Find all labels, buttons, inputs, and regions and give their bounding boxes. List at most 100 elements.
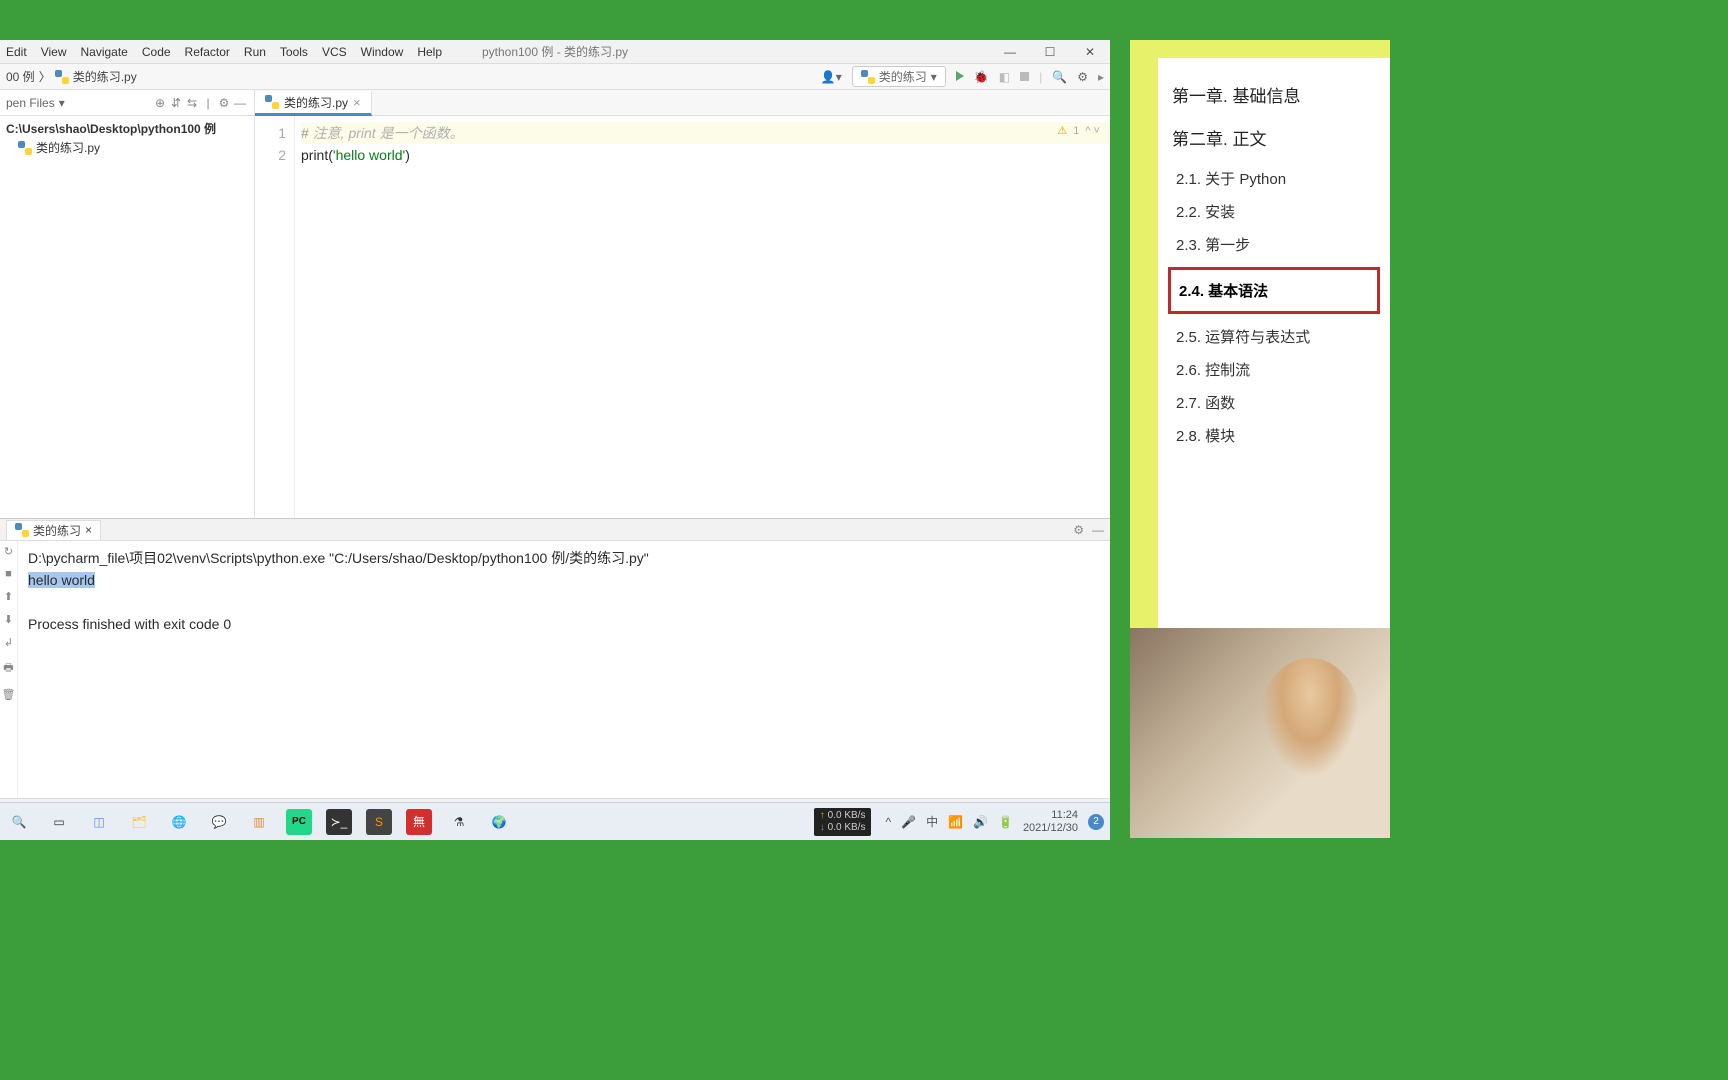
gear-icon[interactable]: ⚙	[1073, 523, 1084, 537]
window-title: python100 例 - 类的练习.py	[482, 43, 628, 60]
expand-icon[interactable]: ⇵	[168, 96, 184, 110]
code-line: # 注意, print 是一个函数。	[301, 122, 1110, 144]
menu-code[interactable]: Code	[142, 45, 171, 59]
tray-chevron-icon[interactable]: ^	[885, 815, 891, 829]
toc-item-3[interactable]: 2.4. 基本语法	[1168, 267, 1380, 314]
collapse-icon[interactable]: ⇆	[184, 96, 200, 110]
menu-refactor[interactable]: Refactor	[185, 45, 230, 59]
stop-icon[interactable]: ■	[5, 568, 12, 580]
stop-button[interactable]	[1020, 72, 1029, 81]
locate-icon[interactable]: ⊕	[152, 96, 168, 110]
run-config-label: 类的练习	[879, 68, 927, 85]
window-minimize-button[interactable]: —	[990, 40, 1030, 64]
menubar: Edit View Navigate Code Refactor Run Too…	[0, 40, 1110, 64]
net-download: 0.0 KB/s	[820, 822, 866, 834]
toc-chapter-2[interactable]: 第二章. 正文	[1172, 125, 1376, 150]
menu-run[interactable]: Run	[244, 45, 266, 59]
project-sidebar: pen Files ▾ ⊕ ⇵ ⇆ | ⚙ — C:\Users\shao\De…	[0, 90, 255, 518]
search-icon[interactable]: 🔍	[6, 809, 32, 835]
wechat-icon[interactable]: 💬	[206, 809, 232, 835]
editor-tab-label: 类的练习.py	[284, 94, 348, 111]
user-icon[interactable]: 👤▾	[821, 70, 842, 84]
run-config-selector[interactable]: 类的练习 ▾	[852, 66, 946, 87]
toc-chapter-1[interactable]: 第一章. 基础信息	[1172, 82, 1376, 107]
toc-item-5[interactable]: 2.6. 控制流	[1172, 359, 1376, 380]
wifi-icon[interactable]: 📶	[948, 815, 963, 829]
coverage-button[interactable]: ◧	[999, 70, 1010, 84]
toc-item-1[interactable]: 2.2. 安装	[1172, 201, 1376, 222]
debug-button[interactable]: 🐞	[974, 70, 989, 84]
soft-wrap-icon[interactable]: ↲	[4, 636, 13, 649]
toc-item-4[interactable]: 2.5. 运算符与表达式	[1172, 326, 1376, 347]
run-tab-label: 类的练习	[33, 522, 81, 539]
breadcrumb-sep: 〉	[39, 68, 51, 85]
sidebar-scope[interactable]: pen Files	[6, 96, 55, 110]
clock[interactable]: 11:24 2021/12/30	[1023, 809, 1078, 835]
python-file-icon	[55, 70, 69, 84]
close-icon[interactable]: ×	[85, 523, 92, 537]
chevron-down-icon: ▾	[59, 96, 65, 110]
menu-tools[interactable]: Tools	[280, 45, 308, 59]
sublime-icon[interactable]: S	[366, 809, 392, 835]
warning-count: 1	[1073, 120, 1079, 142]
vm-icon[interactable]: ▥	[246, 809, 272, 835]
menu-help[interactable]: Help	[417, 45, 442, 59]
menu-vcs[interactable]: VCS	[322, 45, 347, 59]
volume-icon[interactable]: 🔊	[973, 815, 988, 829]
up-icon[interactable]: ⬆	[4, 590, 13, 603]
ime-indicator[interactable]: 中	[926, 813, 938, 830]
app-icon-2[interactable]: ⚗	[446, 809, 472, 835]
gear-icon[interactable]: ⚙	[1077, 70, 1088, 84]
editor-tab[interactable]: 类的练习.py ×	[255, 91, 372, 116]
close-icon[interactable]: ×	[353, 95, 361, 110]
menu-edit[interactable]: Edit	[6, 45, 27, 59]
hide-icon[interactable]: —	[1092, 523, 1104, 537]
nav-icons[interactable]: ^ ˅	[1085, 120, 1100, 142]
editor-area: 类的练习.py × 1 2 # 注意, print 是一个函数。 print('…	[255, 90, 1110, 518]
breadcrumb: 00 例 〉 类的练习.py	[6, 68, 137, 85]
inspection-status[interactable]: ⚠ 1 ^ ˅	[1057, 120, 1100, 142]
search-icon[interactable]: 🔍	[1052, 70, 1067, 84]
breadcrumb-file[interactable]: 类的练习.py	[73, 68, 137, 85]
network-monitor[interactable]: 0.0 KB/s 0.0 KB/s	[814, 808, 872, 836]
app-icon[interactable]: 無	[406, 809, 432, 835]
warning-icon: ⚠	[1057, 120, 1067, 142]
terminal-icon[interactable]: ≻_	[326, 809, 352, 835]
toc-item-6[interactable]: 2.7. 函数	[1172, 392, 1376, 413]
python-file-icon	[18, 141, 32, 155]
run-tab[interactable]: 类的练习 ×	[6, 520, 101, 540]
code-editor[interactable]: 1 2 # 注意, print 是一个函数。 print('hello worl…	[255, 116, 1110, 518]
explorer-icon[interactable]: 🗂	[126, 809, 152, 835]
rerun-icon[interactable]: ↻	[4, 545, 13, 558]
menu-navigate[interactable]: Navigate	[80, 45, 127, 59]
breadcrumb-root[interactable]: 00 例	[6, 68, 35, 85]
hide-icon[interactable]: —	[232, 96, 248, 110]
toc-item-0[interactable]: 2.1. 关于 Python	[1172, 168, 1376, 189]
pycharm-icon[interactable]: PC	[286, 809, 312, 835]
task-view-icon[interactable]: ▭	[46, 809, 72, 835]
project-file[interactable]: 类的练习.py	[6, 137, 248, 158]
run-button[interactable]	[956, 70, 964, 84]
notification-badge[interactable]: 2	[1088, 814, 1104, 830]
toc-item-2[interactable]: 2.3. 第一步	[1172, 234, 1376, 255]
menu-view[interactable]: View	[41, 45, 67, 59]
run-output-text[interactable]: D:\pycharm_file\项目02\venv\Scripts\python…	[18, 541, 1110, 798]
down-icon[interactable]: ⬇	[4, 613, 13, 626]
widgets-icon[interactable]: ◫	[86, 809, 112, 835]
window-close-button[interactable]: ✕	[1070, 40, 1110, 64]
webcam-overlay	[1130, 628, 1390, 838]
toc-item-7[interactable]: 2.8. 模块	[1172, 425, 1376, 446]
battery-icon[interactable]: 🔋	[998, 815, 1013, 829]
window-maximize-button[interactable]: ☐	[1030, 40, 1070, 64]
app-icon-3[interactable]: 🌍	[486, 809, 512, 835]
trash-icon[interactable]: 🗑	[2, 688, 16, 701]
run-command-line: D:\pycharm_file\项目02\venv\Scripts\python…	[28, 547, 1100, 569]
mic-icon[interactable]: 🎤	[901, 815, 916, 829]
gear-icon[interactable]: ⚙	[216, 96, 232, 110]
more-icon[interactable]: ▸	[1098, 70, 1104, 84]
project-root[interactable]: C:\Users\shao\Desktop\python100 例	[6, 120, 248, 137]
divider: |	[200, 96, 216, 110]
edge-icon[interactable]: 🌐	[166, 809, 192, 835]
print-icon[interactable]: 🖶	[3, 659, 13, 678]
menu-window[interactable]: Window	[361, 45, 404, 59]
